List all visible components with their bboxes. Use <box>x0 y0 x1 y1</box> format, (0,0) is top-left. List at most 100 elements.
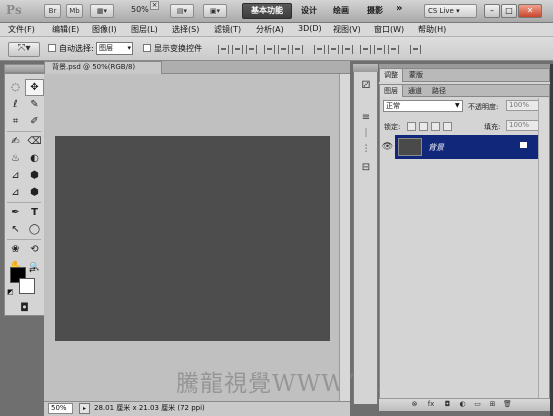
bridge-button[interactable]: Br <box>44 4 61 18</box>
blur-tool-icon[interactable]: ⊿ <box>6 184 25 201</box>
tab-layers[interactable]: 图层 <box>380 85 403 97</box>
adjustment-layer-icon[interactable]: ◐ <box>458 400 467 409</box>
eyedropper-tool-icon[interactable]: ✐ <box>25 113 44 130</box>
align-hcenter-icon[interactable] <box>278 45 289 54</box>
type-tool-icon[interactable]: T <box>25 204 44 221</box>
move-tool-icon[interactable]: ✥ <box>25 79 44 96</box>
path-selection-tool-icon[interactable]: ↖ <box>6 221 25 238</box>
view-extras-button[interactable]: ▦▾ <box>90 4 114 18</box>
workspace-painting[interactable]: 绘画 <box>333 5 349 16</box>
cs-live-button[interactable]: CS Live ▾ <box>424 4 477 18</box>
document-tab[interactable]: 背景.psd @ 50%(RGB/8) <box>44 61 162 74</box>
healing-brush-tool-icon[interactable]: ✍ <box>6 133 25 150</box>
collapsed-panels-header[interactable] <box>353 64 378 72</box>
show-transform-checkbox[interactable] <box>143 44 151 52</box>
zoom-level[interactable]: 50% <box>131 5 149 14</box>
brush-tool-icon[interactable]: ⌫ <box>25 133 44 150</box>
tab-channels[interactable]: 通道 <box>404 85 426 97</box>
zoom-field[interactable]: 50% <box>48 403 73 414</box>
distribute-top-icon[interactable] <box>314 45 325 54</box>
auto-select-checkbox[interactable] <box>48 44 56 52</box>
clone-source-panel-icon[interactable]: ᛁ <box>360 128 372 140</box>
actions-panel-icon[interactable]: ⫶ <box>360 144 372 156</box>
distribute-vcenter-icon[interactable] <box>328 45 339 54</box>
menu-file[interactable]: 文件(F) <box>8 24 35 35</box>
menu-layer[interactable]: 图层(L) <box>131 24 158 35</box>
layers-vertical-scrollbar[interactable] <box>538 98 549 398</box>
history-panel-icon[interactable]: ⚂ <box>360 80 372 92</box>
lock-all-icon[interactable] <box>443 122 452 131</box>
menu-edit[interactable]: 编辑(E) <box>52 24 79 35</box>
add-mask-icon[interactable]: ◘ <box>443 400 452 409</box>
close-icon[interactable]: × <box>150 1 159 10</box>
menu-view[interactable]: 视图(V) <box>333 24 361 35</box>
layer-name[interactable]: 背景 <box>428 142 444 153</box>
menu-3d[interactable]: 3D(D) <box>298 24 322 33</box>
visibility-eye-icon[interactable]: 👁 <box>380 135 395 159</box>
menu-analysis[interactable]: 分析(A) <box>256 24 284 35</box>
swap-colors-icon[interactable]: ⇄ <box>29 265 36 274</box>
lock-transparent-icon[interactable] <box>407 122 416 131</box>
tool-preset-picker[interactable]: ⤧▾ <box>8 42 40 57</box>
properties-panel-icon[interactable]: ⊟ <box>360 162 372 174</box>
workspace-essentials[interactable]: 基本功能 <box>242 3 292 19</box>
menu-image[interactable]: 图像(I) <box>92 24 117 35</box>
auto-align-icon[interactable] <box>410 45 421 54</box>
default-colors-icon[interactable]: ◩ <box>7 288 14 296</box>
align-left-icon[interactable] <box>264 45 275 54</box>
menu-help[interactable]: 帮助(H) <box>418 24 446 35</box>
distribute-bottom-icon[interactable] <box>342 45 353 54</box>
crop-tool-icon[interactable]: ⌗ <box>6 113 25 130</box>
workspace-design[interactable]: 设计 <box>301 5 317 16</box>
align-bottom-icon[interactable] <box>246 45 257 54</box>
new-group-icon[interactable]: ▭ <box>473 400 482 409</box>
workspace-photography[interactable]: 摄影 <box>367 5 383 16</box>
delete-layer-icon[interactable]: 🗑 <box>503 400 512 409</box>
history-brush-tool-icon[interactable]: ◐ <box>25 150 44 167</box>
distribute-left-icon[interactable] <box>360 45 371 54</box>
lock-position-icon[interactable] <box>431 122 440 131</box>
quick-select-tool-icon[interactable]: ✎ <box>25 96 44 113</box>
brushes-panel-icon[interactable]: ≡ <box>360 112 372 124</box>
document-canvas[interactable] <box>55 136 330 341</box>
blend-mode-dropdown[interactable]: 正常 <box>383 100 463 112</box>
paint-bucket-tool-icon[interactable]: ⬢ <box>25 167 44 184</box>
3d-orbit-tool-icon[interactable]: ⟲ <box>25 241 44 258</box>
screen-mode-button[interactable]: ▣▾ <box>203 4 227 18</box>
status-menu-icon[interactable]: ▸ <box>79 403 90 414</box>
lasso-tool-icon[interactable]: ℓ <box>6 96 25 113</box>
restore-button[interactable]: □ <box>501 4 517 18</box>
3d-rotate-tool-icon[interactable]: ❀ <box>6 241 25 258</box>
ellipse-tool-icon[interactable]: ◯ <box>25 221 44 238</box>
align-right-icon[interactable] <box>292 45 303 54</box>
dodge-tool-icon[interactable]: ⬢ <box>25 184 44 201</box>
minibridge-button[interactable]: Mb <box>66 4 83 18</box>
layer-style-icon[interactable]: fx <box>425 400 437 409</box>
align-vcenter-icon[interactable] <box>232 45 243 54</box>
marquee-tool-icon[interactable]: ◌ <box>6 79 25 96</box>
arrange-documents-button[interactable]: ▤▾ <box>170 4 194 18</box>
close-window-button[interactable]: ✕ <box>518 4 542 18</box>
eraser-tool-icon[interactable]: ⊿ <box>6 167 25 184</box>
tab-adjustments[interactable]: 调整 <box>380 69 403 82</box>
align-top-icon[interactable] <box>218 45 229 54</box>
menu-filter[interactable]: 滤镜(T) <box>214 24 241 35</box>
tools-panel-header[interactable] <box>4 64 46 73</box>
document-vertical-scrollbar[interactable] <box>339 74 350 401</box>
auto-select-dropdown[interactable]: 图层 ▾ <box>96 42 133 55</box>
minimize-button[interactable]: – <box>484 4 500 18</box>
distribute-hcenter-icon[interactable] <box>374 45 385 54</box>
tab-masks[interactable]: 蒙版 <box>405 69 427 82</box>
quick-mask-icon[interactable]: ◘ <box>15 302 34 314</box>
lock-pixels-icon[interactable] <box>419 122 428 131</box>
tab-paths[interactable]: 路径 <box>428 85 450 97</box>
link-layers-icon[interactable]: ⊗ <box>410 400 419 409</box>
new-layer-icon[interactable]: ⊞ <box>488 400 497 409</box>
menu-select[interactable]: 选择(S) <box>172 24 199 35</box>
pen-tool-icon[interactable]: ✒ <box>6 204 25 221</box>
clone-stamp-tool-icon[interactable]: ♨ <box>6 150 25 167</box>
background-color-swatch[interactable] <box>19 278 35 294</box>
distribute-right-icon[interactable] <box>388 45 399 54</box>
more-workspaces-icon[interactable]: » <box>396 3 402 14</box>
menu-window[interactable]: 窗口(W) <box>374 24 404 35</box>
